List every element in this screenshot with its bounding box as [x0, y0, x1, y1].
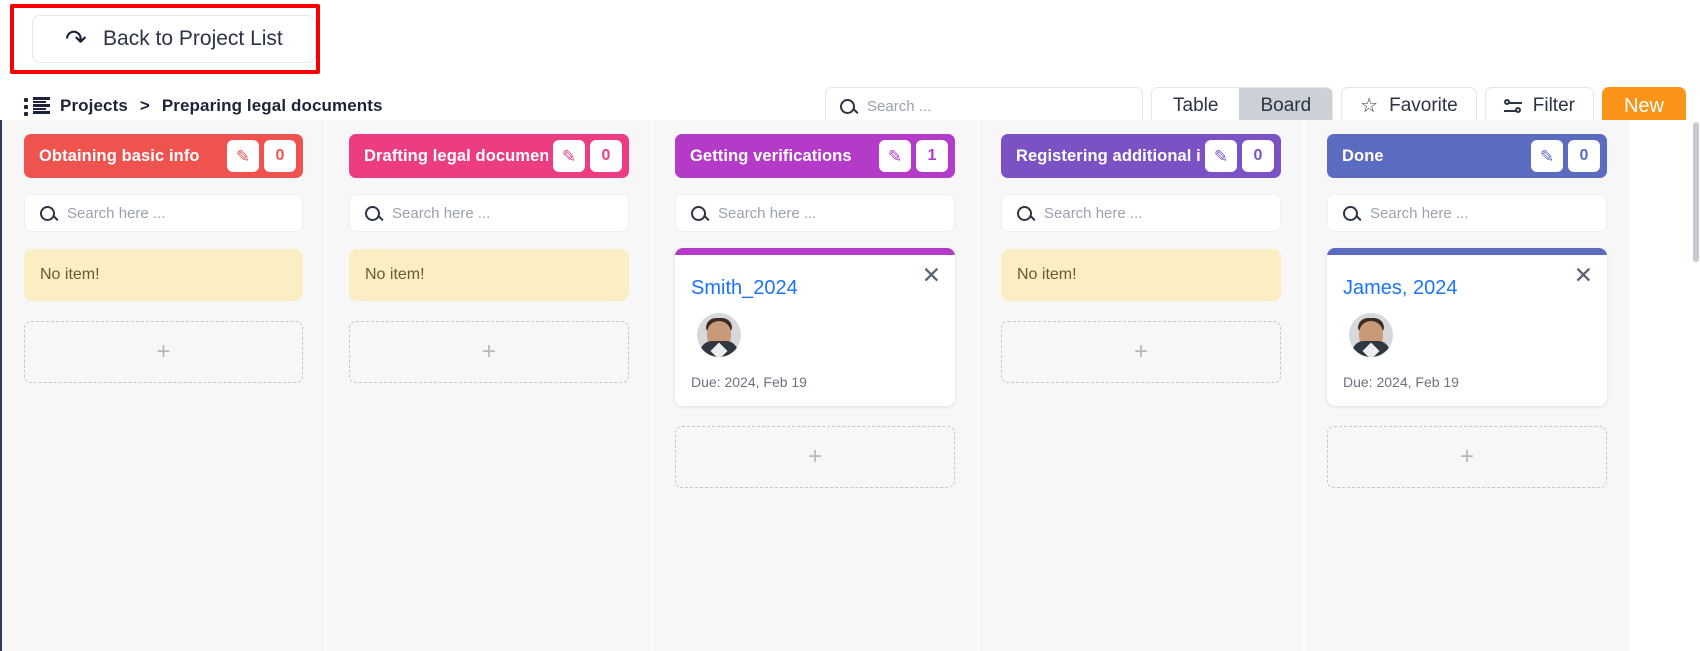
star-icon: ☆	[1360, 95, 1379, 117]
column-count: 0	[1579, 147, 1589, 164]
filter-sliders-icon	[1503, 99, 1522, 113]
favorite-label: Favorite	[1389, 95, 1458, 116]
column-edit-button[interactable]: ✎	[227, 140, 259, 172]
column-title: Obtaining basic info	[39, 146, 200, 165]
column-title: Registering additional info	[1016, 146, 1200, 165]
board-column: Registering additional info ✎ 0 Search here…	[978, 120, 1304, 651]
search-icon	[1343, 205, 1358, 221]
column-count-badge: 0	[1568, 140, 1600, 172]
column-count: 0	[275, 147, 285, 164]
board-column: Done ✎ 0 Search here ... ✕ James, 2024 Due: 20…	[1304, 120, 1630, 651]
tab-table[interactable]: Table	[1152, 88, 1239, 124]
column-search-input[interactable]: Search here ...	[24, 194, 303, 232]
add-card-button[interactable]: +	[675, 426, 955, 488]
undo-arrow-icon: ↶	[65, 24, 88, 54]
card-color-stripe	[675, 248, 955, 255]
column-title: Getting verifications	[690, 146, 852, 165]
board-column: Obtaining basic info ✎ 0 Search here ... No …	[0, 120, 326, 651]
card-due-date: Due: 2024, Feb 19	[691, 374, 807, 390]
column-search-input[interactable]: Search here ...	[675, 194, 955, 232]
pencil-icon: ✎	[235, 146, 251, 166]
column-edit-button[interactable]: ✎	[553, 140, 585, 172]
pencil-icon: ✎	[887, 146, 903, 166]
search-icon	[1017, 205, 1032, 221]
tab-board[interactable]: Board	[1239, 88, 1333, 124]
back-to-project-list-button[interactable]: ↶ Back to Project List	[32, 15, 316, 63]
search-icon	[840, 98, 856, 114]
column-header: Registering additional info ✎ 0	[1001, 134, 1281, 178]
column-search-input[interactable]: Search here ...	[349, 194, 629, 232]
column-header: Obtaining basic info ✎ 0	[24, 134, 303, 178]
kanban-project-board-app: ↶ Back to Project List Projects > Prepar…	[0, 0, 1700, 651]
column-search-placeholder: Search here ...	[1044, 204, 1143, 222]
column-header: Drafting legal document ✎ 0	[349, 134, 629, 178]
task-card[interactable]: ✕ Smith_2024 Due: 2024, Feb 19	[675, 248, 955, 406]
column-search-input[interactable]: Search here ...	[1327, 194, 1607, 232]
column-edit-button[interactable]: ✎	[879, 140, 911, 172]
pencil-icon: ✎	[1213, 146, 1229, 166]
card-title-link[interactable]: Smith_2024	[691, 277, 955, 300]
board-column: Drafting legal document ✎ 0 Search here ...…	[326, 120, 652, 651]
search-icon	[40, 205, 55, 221]
close-x-icon[interactable]: ✕	[922, 264, 941, 287]
empty-state-message: No item!	[1001, 249, 1281, 301]
column-edit-button[interactable]: ✎	[1531, 140, 1563, 172]
column-count-badge: 1	[916, 140, 948, 172]
add-card-button[interactable]: +	[24, 321, 303, 383]
filter-label: Filter	[1532, 95, 1575, 116]
back-button-label: Back to Project List	[103, 27, 283, 50]
add-card-button[interactable]: +	[349, 321, 629, 383]
add-card-button[interactable]: +	[1327, 426, 1607, 488]
avatar	[697, 313, 741, 357]
task-card[interactable]: ✕ James, 2024 Due: 2024, Feb 19	[1327, 248, 1607, 406]
column-count: 0	[601, 147, 611, 164]
column-count-badge: 0	[264, 140, 296, 172]
column-search-placeholder: Search here ...	[392, 204, 491, 222]
list-view-icon	[24, 96, 50, 116]
column-header: Getting verifications ✎ 1	[675, 134, 955, 178]
avatar	[1349, 313, 1393, 357]
breadcrumb-current: Preparing legal documents	[161, 96, 383, 115]
card-due-date: Due: 2024, Feb 19	[1343, 374, 1459, 390]
add-card-button[interactable]: +	[1001, 321, 1281, 383]
column-search-placeholder: Search here ...	[1370, 204, 1469, 222]
column-count-badge: 0	[1242, 140, 1274, 172]
column-search-placeholder: Search here ...	[67, 204, 166, 222]
empty-state-message: No item!	[349, 249, 629, 301]
pencil-icon: ✎	[561, 146, 577, 166]
column-count-badge: 0	[590, 140, 622, 172]
breadcrumb: Projects > Preparing legal documents	[24, 96, 383, 116]
search-icon	[365, 205, 380, 221]
search-icon	[691, 205, 706, 221]
board-columns: Obtaining basic info ✎ 0 Search here ... No …	[0, 120, 1700, 651]
column-count: 0	[1253, 147, 1263, 164]
card-color-stripe	[1327, 248, 1607, 255]
global-search-placeholder: Search ...	[867, 97, 932, 115]
column-title: Drafting legal document	[364, 146, 548, 165]
card-title-link[interactable]: James, 2024	[1343, 277, 1607, 300]
board-column: Getting verifications ✎ 1 Search here ... ✕ S…	[652, 120, 978, 651]
column-header: Done ✎ 0	[1327, 134, 1607, 178]
column-edit-button[interactable]: ✎	[1205, 140, 1237, 172]
column-count: 1	[927, 147, 937, 164]
close-x-icon[interactable]: ✕	[1574, 264, 1593, 287]
breadcrumb-root[interactable]: Projects	[60, 96, 128, 116]
back-bar: ↶ Back to Project List	[0, 0, 1700, 78]
vertical-scrollbar[interactable]	[1693, 122, 1699, 262]
breadcrumb-separator: >	[139, 96, 150, 115]
empty-state-message: No item!	[24, 249, 303, 301]
column-search-placeholder: Search here ...	[718, 204, 817, 222]
column-title: Done	[1342, 146, 1384, 165]
column-search-input[interactable]: Search here ...	[1001, 194, 1281, 232]
pencil-icon: ✎	[1539, 146, 1555, 166]
